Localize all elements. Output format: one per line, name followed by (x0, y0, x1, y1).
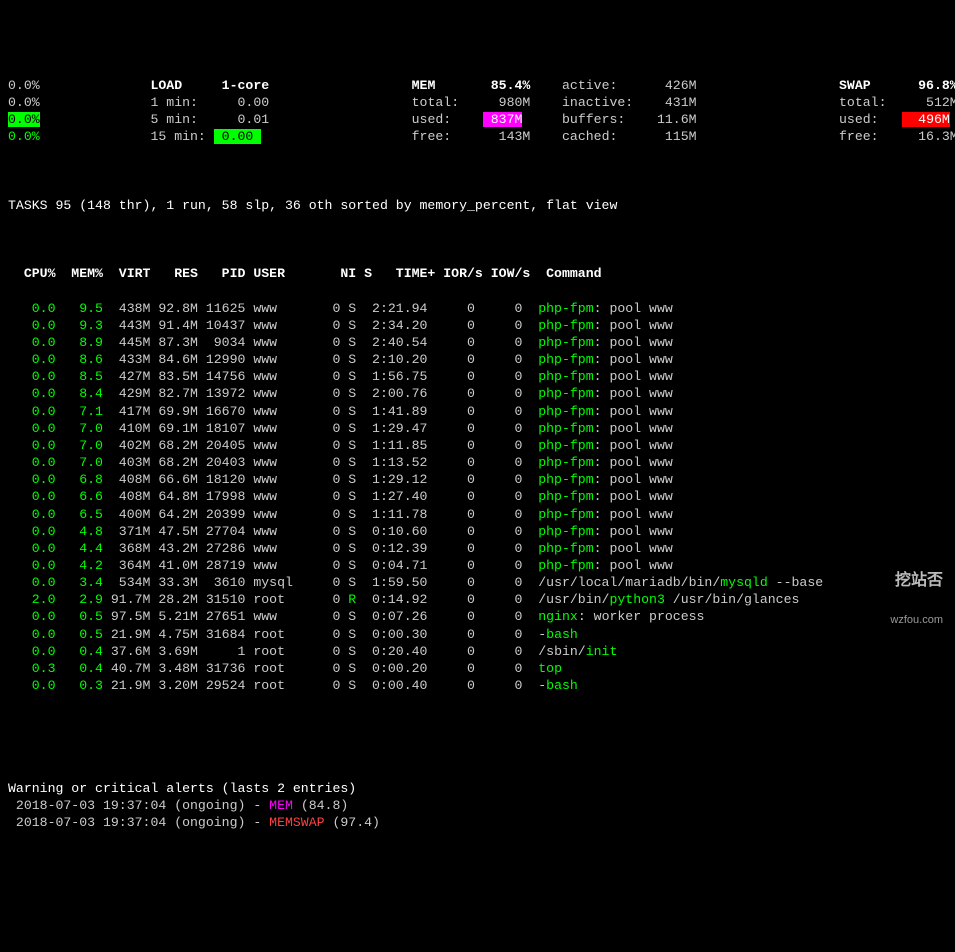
process-row: 0.0 4.4 368M 43.2M 27286 www 0 S 0:12.39… (8, 540, 947, 557)
process-row: 0.0 9.3 443M 91.4M 10437 www 0 S 2:34.20… (8, 317, 947, 334)
process-row: 0.0 4.8 371M 47.5M 27704 www 0 S 0:10.60… (8, 523, 947, 540)
process-row: 0.0 7.0 403M 68.2M 20403 www 0 S 1:13.52… (8, 454, 947, 471)
process-row: 0.0 8.4 429M 82.7M 13972 www 0 S 2:00.76… (8, 385, 947, 402)
process-row: 0.0 8.9 445M 87.3M 9034 www 0 S 2:40.54 … (8, 334, 947, 351)
process-row: 0.3 0.4 40.7M 3.48M 31736 root 0 S 0:00.… (8, 660, 947, 677)
process-row: 0.0 7.0 402M 68.2M 20405 www 0 S 1:11.85… (8, 437, 947, 454)
process-row: 0.0 0.5 97.5M 5.21M 27651 www 0 S 0:07.2… (8, 608, 947, 625)
process-row: 0.0 3.4 534M 33.3M 3610 mysql 0 S 1:59.5… (8, 574, 947, 591)
tasks-summary: TASKS 95 (148 thr), 1 run, 58 slp, 36 ot… (8, 197, 947, 214)
process-row: 0.0 0.4 37.6M 3.69M 1 root 0 S 0:20.40 0… (8, 643, 947, 660)
process-row: 0.0 6.8 408M 66.6M 18120 www 0 S 1:29.12… (8, 471, 947, 488)
process-row: 0.0 9.5 438M 92.8M 11625 www 0 S 2:21.94… (8, 300, 947, 317)
process-row: 0.0 0.3 21.9M 3.20M 29524 root 0 S 0:00.… (8, 677, 947, 694)
process-row: 0.0 6.5 400M 64.2M 20399 www 0 S 1:11.78… (8, 506, 947, 523)
process-row: 0.0 8.5 427M 83.5M 14756 www 0 S 1:56.75… (8, 368, 947, 385)
alert-entry: 2018-07-03 19:37:04 (ongoing) - MEMSWAP … (8, 814, 947, 831)
alert-entry: 2018-07-03 19:37:04 (ongoing) - MEM (84.… (8, 797, 947, 814)
process-row: 0.0 0.5 21.9M 4.75M 31684 root 0 S 0:00.… (8, 626, 947, 643)
process-row: 0.0 8.6 433M 84.6M 12990 www 0 S 2:10.20… (8, 351, 947, 368)
process-row: 2.0 2.9 91.7M 28.2M 31510 root 0 R 0:14.… (8, 591, 947, 608)
process-table-header: CPU% MEM% VIRT RES PID USER NI S TIME+ I… (8, 265, 947, 282)
alerts-title: Warning or critical alerts (lasts 2 entr… (8, 780, 947, 797)
watermark: 挖站否 wzfou.com (890, 548, 943, 638)
alerts-section: Warning or critical alerts (lasts 2 entr… (8, 780, 947, 831)
process-row: 0.0 7.0 410M 69.1M 18107 www 0 S 1:29.47… (8, 420, 947, 437)
process-table-body: 0.0 9.5 438M 92.8M 11625 www 0 S 2:21.94… (8, 300, 947, 695)
system-stats-header: 0.0% LOAD 1-core MEM 85.4% active: 426M … (8, 77, 947, 146)
process-row: 0.0 6.6 408M 64.8M 17998 www 0 S 1:27.40… (8, 488, 947, 505)
process-row: 0.0 7.1 417M 69.9M 16670 www 0 S 1:41.89… (8, 403, 947, 420)
process-row: 0.0 4.2 364M 41.0M 28719 www 0 S 0:04.71… (8, 557, 947, 574)
